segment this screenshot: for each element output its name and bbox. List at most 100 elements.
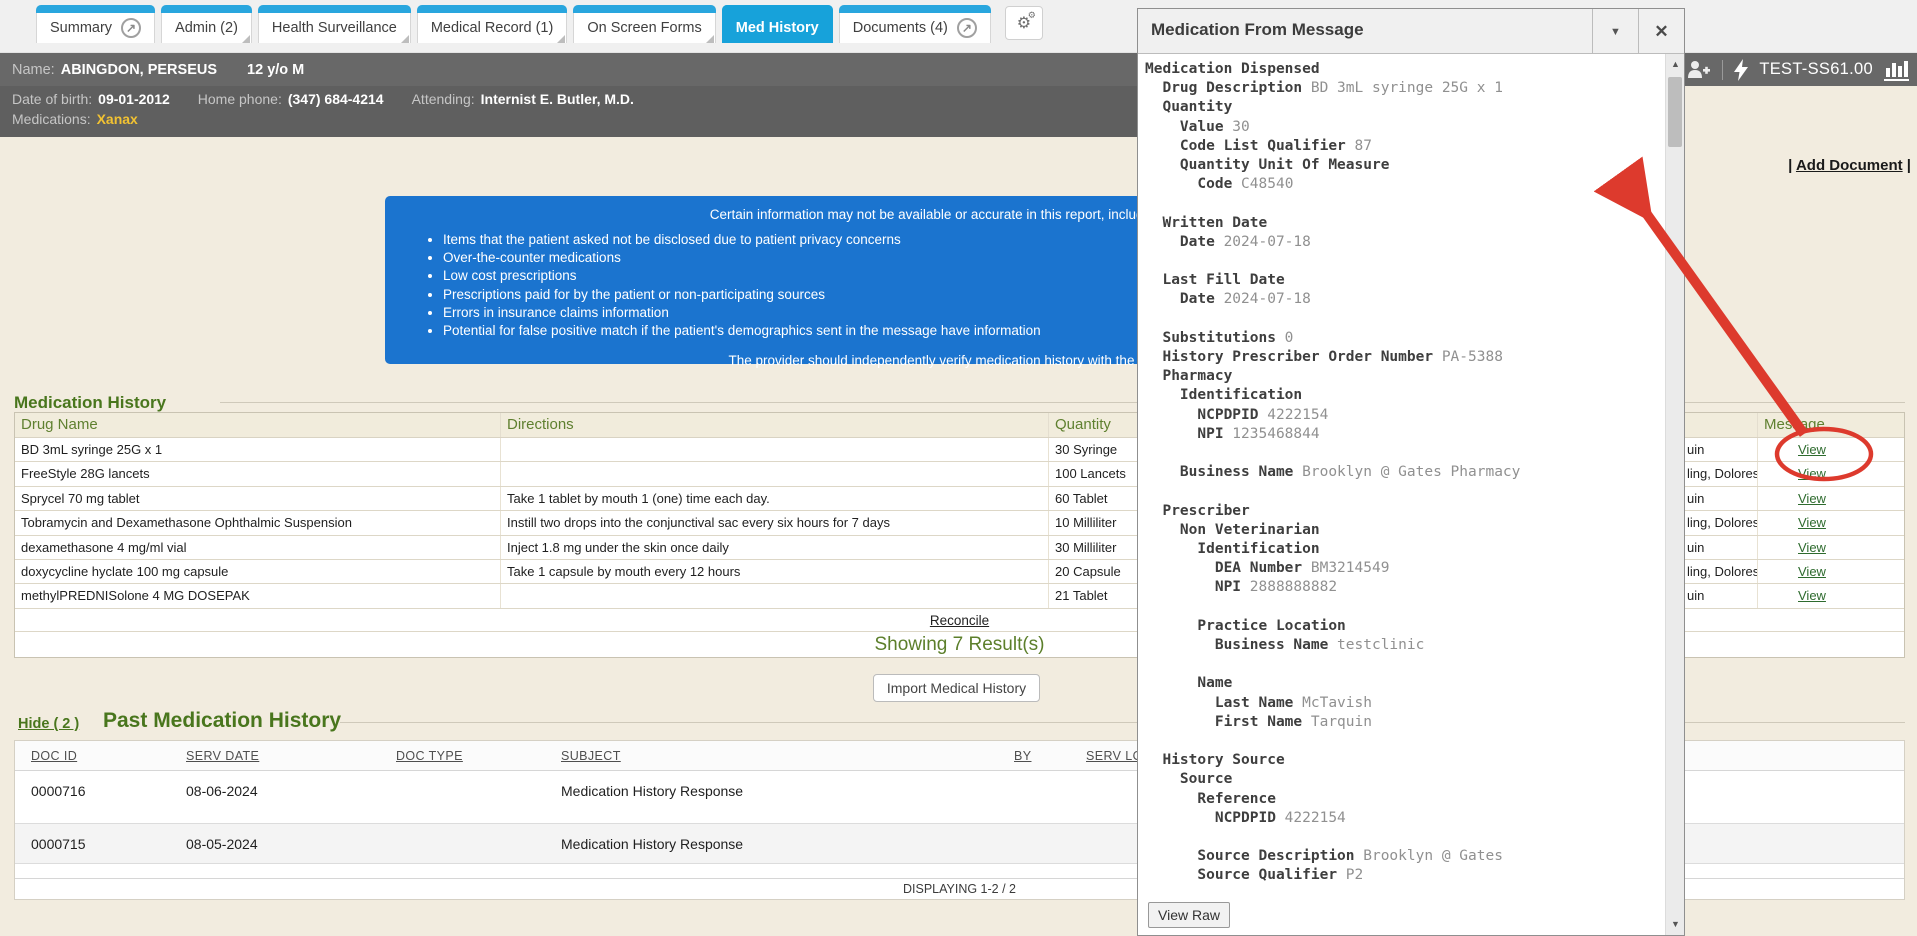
detail-key: Quantity [1145, 99, 1232, 115]
past-col-doc-type[interactable]: DOC TYPE [396, 749, 463, 763]
detail-value: 87 [1346, 138, 1372, 154]
dialog-scrollbar[interactable]: ▲ ▼ [1665, 54, 1684, 935]
col-drug-name[interactable]: Drug Name [15, 413, 501, 437]
detail-line: Business Name Brooklyn @ Gates Pharmacy [1145, 463, 1657, 482]
station-zone: TEST-SS61.00 [1686, 53, 1917, 86]
dob-label: Date of birth: [12, 91, 92, 107]
detail-line [1145, 310, 1657, 329]
view-message-link[interactable]: View [1798, 540, 1826, 555]
cell-directions [501, 584, 1049, 607]
detail-value: PA-5388 [1433, 349, 1503, 365]
past-col-by[interactable]: BY [1014, 749, 1031, 763]
detail-key: Source [1145, 771, 1232, 787]
detail-value: 4222154 [1259, 407, 1329, 423]
dialog-title: Medication From Message [1151, 20, 1364, 40]
tab-accent [258, 5, 411, 13]
view-message-link[interactable]: View [1798, 564, 1826, 579]
patient-dob: 09-01-2012 [98, 91, 170, 107]
past-cell: 0000716 [31, 783, 86, 799]
tab-med-history[interactable]: Med History [722, 5, 833, 43]
add-person-icon[interactable] [1686, 60, 1711, 80]
gear-small-icon: ⚙ [1028, 11, 1036, 21]
detail-key: DEA Number [1145, 560, 1302, 576]
detail-key: First Name [1145, 714, 1302, 730]
detail-line: History Source [1145, 751, 1657, 770]
view-message-link[interactable]: View [1798, 466, 1826, 481]
station-id: TEST-SS61.00 [1759, 60, 1873, 79]
view-raw-button[interactable]: View Raw [1148, 902, 1230, 928]
tab-documents-4[interactable]: Documents (4)↗ [839, 5, 991, 43]
scroll-down-icon[interactable]: ▼ [1666, 915, 1685, 934]
collapse-button[interactable]: ▼ [1592, 9, 1638, 54]
pipe: | [1903, 157, 1911, 174]
close-button[interactable]: ✕ [1638, 9, 1684, 54]
tab-medical-record-1[interactable]: Medical Record (1) [417, 5, 568, 43]
past-col-serv-lo[interactable]: SERV LO [1086, 749, 1143, 763]
popout-icon[interactable]: ↗ [121, 18, 141, 38]
hide-link[interactable]: Hide ( 2 ) [18, 716, 79, 732]
detail-key: History Source [1145, 752, 1285, 768]
name-label: Name: [12, 62, 55, 78]
detail-line: Identification [1145, 540, 1657, 559]
view-message-link[interactable]: View [1798, 515, 1826, 530]
popout-icon[interactable]: ↗ [957, 18, 977, 38]
cell-directions [501, 438, 1049, 461]
settings-button[interactable]: ⚙⚙ [1005, 6, 1043, 40]
view-message-link[interactable]: View [1798, 491, 1826, 506]
medication-alert[interactable]: Xanax [97, 111, 138, 127]
tab-health-surveillance[interactable]: Health Surveillance [258, 5, 411, 43]
close-icon: ✕ [1654, 22, 1668, 42]
detail-line: Quantity [1145, 98, 1657, 117]
past-col-subject[interactable]: SUBJECT [561, 749, 621, 763]
detail-line: History Prescriber Order Number PA-5388 [1145, 348, 1657, 367]
cell-message: View [1758, 560, 1904, 583]
detail-key: Reference [1145, 791, 1276, 807]
detail-line: Date 2024-07-18 [1145, 290, 1657, 309]
patient-name: ABINGDON, PERSEUS [61, 62, 217, 78]
detail-line: Identification [1145, 386, 1657, 405]
chevron-down-icon: ▼ [1610, 26, 1621, 38]
detail-key: Identification [1145, 541, 1320, 557]
patient-age-sex: 12 y/o M [247, 62, 304, 78]
cell-drug-name: FreeStyle 28G lancets [15, 462, 501, 485]
add-document-link[interactable]: Add Document [1796, 157, 1903, 174]
detail-line: Code List Qualifier 87 [1145, 137, 1657, 156]
phone-label: Home phone: [198, 91, 282, 107]
reconcile-link[interactable]: Reconcile [930, 613, 989, 628]
cell-directions: Take 1 tablet by mouth 1 (one) time each… [501, 487, 1049, 510]
past-col-doc-id[interactable]: DOC ID [31, 749, 77, 763]
import-medical-history-button[interactable]: Import Medical History [873, 674, 1040, 702]
lightning-icon[interactable] [1734, 59, 1748, 81]
detail-value: 30 [1224, 119, 1250, 135]
chart-icon[interactable] [1884, 58, 1909, 81]
scrollbar-thumb[interactable] [1668, 77, 1682, 147]
tab-summary[interactable]: Summary ↗ [36, 5, 155, 43]
detail-value: 4222154 [1276, 810, 1346, 826]
view-message-link[interactable]: View [1798, 442, 1826, 457]
detail-key: Business Name [1145, 637, 1328, 653]
past-col-serv-date[interactable]: SERV DATE [186, 749, 259, 763]
detail-key: Date [1145, 291, 1215, 307]
tab-list: Summary ↗ Admin (2)Health SurveillanceMedi… [36, 5, 1043, 43]
col-message: Message [1758, 413, 1904, 437]
detail-line: Source Qualifier P2 [1145, 866, 1657, 885]
view-message-link[interactable]: View [1798, 588, 1826, 603]
attending-label: Attending: [412, 91, 475, 107]
detail-key: Written Date [1145, 215, 1267, 231]
tab-accent [722, 5, 833, 13]
past-med-history-title: Past Medication History [103, 709, 341, 733]
scroll-up-icon[interactable]: ▲ [1666, 55, 1685, 74]
tab-label: Summary [50, 20, 112, 36]
detail-key: NPI [1145, 426, 1224, 442]
detail-line [1145, 194, 1657, 213]
col-directions[interactable]: Directions [501, 413, 1049, 437]
detail-line: NPI 1235468844 [1145, 425, 1657, 444]
tab-on-screen-forms[interactable]: On Screen Forms [573, 5, 715, 43]
dialog-header[interactable]: Medication From Message ▼ ✕ [1138, 9, 1684, 54]
detail-line: Last Fill Date [1145, 271, 1657, 290]
cell-directions [501, 462, 1049, 485]
cell-drug-name: Sprycel 70 mg tablet [15, 487, 501, 510]
detail-line: Non Veterinarian [1145, 521, 1657, 540]
tab-admin-2[interactable]: Admin (2) [161, 5, 252, 43]
detail-line: Drug Description BD 3mL syringe 25G x 1 [1145, 79, 1657, 98]
